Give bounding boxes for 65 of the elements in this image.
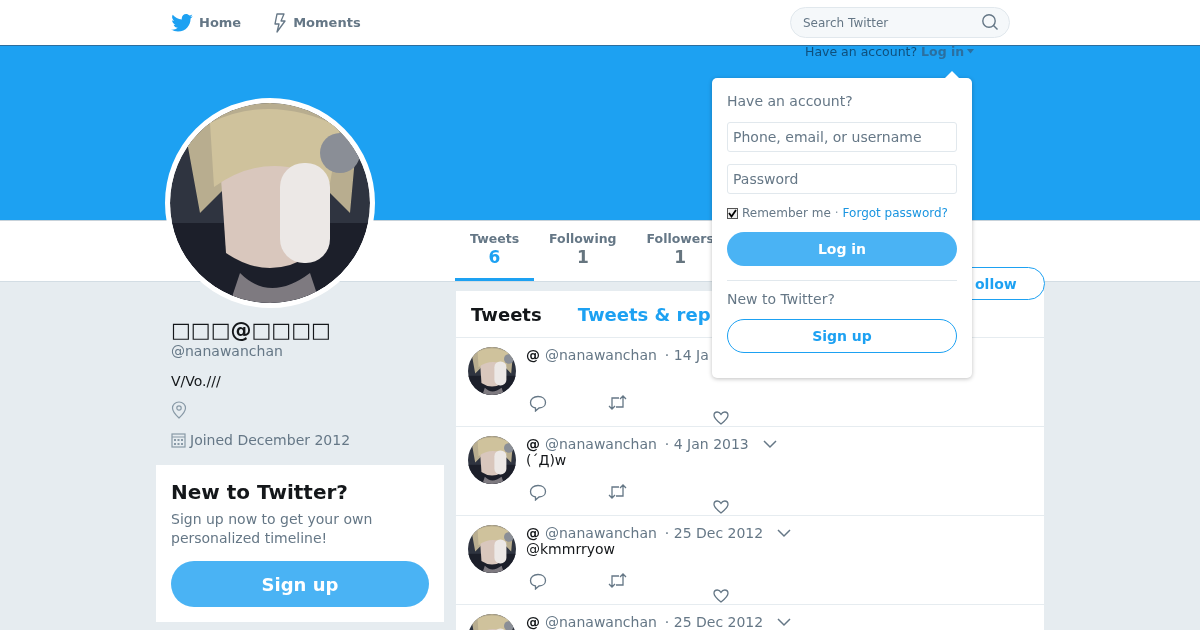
timeline-tab[interactable]: Tweets	[471, 303, 542, 325]
reply-icon	[529, 573, 547, 590]
lightning-icon	[273, 12, 288, 33]
tweet-handle: @nanawanchan	[545, 347, 657, 363]
heart-icon	[713, 589, 729, 603]
nav-link[interactable]: Home	[171, 12, 242, 33]
chevron-down-icon	[777, 617, 792, 627]
separator-dot: ·	[834, 206, 839, 220]
stat-count: 1	[576, 247, 589, 267]
heart-icon	[713, 411, 729, 425]
nav-link[interactable]: Moments	[273, 12, 361, 33]
chevron-down-icon	[762, 439, 777, 449]
tweet-date: · 4 Jan 2013	[664, 436, 749, 452]
remember-checkbox[interactable]	[727, 207, 738, 219]
joined-date: Joined December 2012	[190, 432, 351, 448]
tweet-date: · 25 Dec 2012	[664, 525, 764, 541]
retweet-icon	[608, 573, 627, 588]
profile-handle: @nanawanchan	[171, 343, 284, 359]
card-title: New to Twitter?	[171, 480, 349, 504]
profile-bio: V/Vo.///	[171, 373, 222, 389]
timeline-tab[interactable]: Tweets & rep	[577, 303, 711, 325]
tweet-handle: @nanawanchan	[545, 436, 657, 452]
login-prompt-text: Have an account?	[805, 44, 918, 59]
retweet-icon	[608, 395, 627, 410]
heart-icon	[713, 500, 729, 514]
tweet-author-name: @	[526, 436, 540, 452]
password-field[interactable]: Password	[727, 164, 957, 194]
tweet-text: (´Д)w	[526, 452, 568, 470]
location-pin-icon	[171, 401, 187, 419]
tweet-date: · 14 Ja	[664, 347, 709, 363]
reply-icon	[529, 395, 547, 412]
stat-tab[interactable]: Following 1	[534, 221, 632, 281]
stat-label: Following	[549, 231, 617, 246]
retweet-icon	[608, 484, 627, 499]
bird-icon	[171, 13, 193, 32]
stat-count: 1	[674, 247, 687, 267]
signup-button[interactable]: Sign up	[727, 319, 957, 353]
dropdown-title: Have an account?	[727, 93, 854, 109]
tweet-author-name: @	[526, 614, 540, 630]
stat-count: 6	[488, 247, 501, 267]
login-link[interactable]: Log in	[921, 44, 975, 59]
stat-label: Followers	[646, 231, 714, 246]
tweet-author-name: @	[526, 525, 540, 541]
reply-icon	[529, 484, 547, 501]
profile-name: □□□@□□□□	[171, 317, 332, 343]
chevron-down-icon	[777, 528, 792, 538]
tweet-text: @kmmrryow	[526, 541, 616, 559]
calendar-icon	[171, 432, 186, 448]
tweet-handle: @nanawanchan	[545, 614, 657, 630]
card-text: Sign up now to get your own personalized timeline!	[171, 510, 374, 548]
search-icon	[981, 13, 999, 31]
search-field[interactable]: Search Twitter	[790, 7, 1010, 38]
stat-tab[interactable]: Tweets 6	[455, 221, 535, 281]
login-button[interactable]: Log in	[727, 232, 957, 266]
stat-label: Tweets	[470, 231, 520, 246]
caret-icon	[967, 49, 975, 54]
tweet-author-name: @	[526, 347, 540, 363]
tweet-date: · 25 Dec 2012	[664, 614, 764, 630]
username-field[interactable]: Phone, email, or username	[727, 122, 957, 152]
signup-button[interactable]: Sign up	[171, 561, 429, 607]
forgot-password-link[interactable]: Forgot password?	[842, 206, 948, 220]
check-icon	[728, 208, 737, 218]
remember-label: Remember me	[742, 206, 831, 220]
signup-heading: New to Twitter?	[727, 291, 836, 307]
tweet-handle: @nanawanchan	[545, 525, 657, 541]
